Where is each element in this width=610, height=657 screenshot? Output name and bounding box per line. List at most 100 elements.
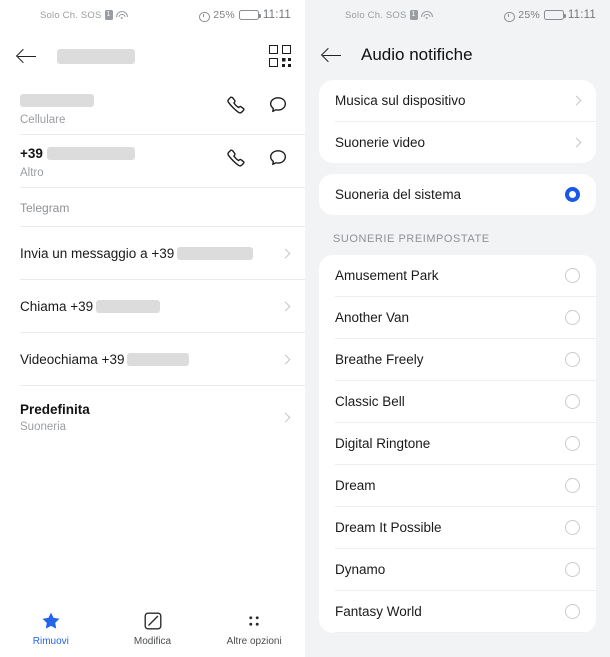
audio-notifications-screen: Solo Ch. SOS 25% 11:11 Audio notifiche M…	[305, 0, 610, 657]
phone-icon[interactable]	[225, 94, 247, 116]
more-options-button[interactable]: Altre opzioni	[203, 610, 305, 647]
telegram-video-call-label: Videochiama +39	[20, 351, 125, 367]
phone-row-text: +39 Altro	[20, 145, 225, 179]
list-item[interactable]: Digital Ringtone	[319, 423, 596, 464]
telegram-call-row[interactable]: Chiama +39	[0, 280, 305, 332]
ringtone-radio[interactable]	[565, 562, 580, 577]
number-redacted	[177, 246, 254, 260]
list-item[interactable]: Dream	[319, 465, 596, 506]
battery-icon	[238, 9, 261, 21]
telegram-send-message-row[interactable]: Invia un messaggio a +39	[0, 227, 305, 279]
ringtone-row[interactable]: Predefinita Suoneria	[0, 386, 305, 448]
contact-app-bar	[0, 30, 305, 82]
list-item[interactable]: Amusement Park	[319, 255, 596, 296]
list-item[interactable]: Another Van	[319, 297, 596, 338]
number-redacted	[127, 352, 190, 366]
chevron-right-icon	[571, 95, 582, 106]
contact-detail-screen: Solo Ch. SOS 25% 11:11 C	[0, 0, 305, 657]
qr-code-icon[interactable]	[269, 45, 291, 67]
ringtone-label: Fantasy World	[335, 604, 422, 619]
edit-button[interactable]: Modifica	[102, 610, 204, 647]
ringtone-radio[interactable]	[565, 478, 580, 493]
status-bar-left-group: Solo Ch. SOS	[40, 9, 128, 21]
ringtone-subtitle: Suoneria	[20, 420, 67, 433]
ringtone-radio[interactable]	[565, 436, 580, 451]
device-music-row[interactable]: Musica sul dispositivo	[319, 80, 596, 121]
status-bar-right-group: 25% 11:11	[198, 9, 291, 22]
message-bubble-icon[interactable]	[267, 94, 289, 116]
audio-app-bar: Audio notifiche	[305, 30, 610, 80]
status-bar-left: Solo Ch. SOS 25% 11:11	[0, 0, 305, 30]
system-ringtone-card: Suoneria del sistema	[319, 174, 596, 215]
telegram-call-label: Chiama +39	[20, 298, 94, 314]
phone-row-other[interactable]: +39 Altro	[0, 135, 305, 187]
message-bubble-icon[interactable]	[267, 147, 289, 169]
edit-pencil-icon	[144, 612, 161, 630]
phone-icon[interactable]	[225, 147, 247, 169]
video-ringtones-label: Suonerie video	[335, 135, 426, 150]
ringtone-label: Digital Ringtone	[335, 436, 431, 451]
list-item[interactable]: Dream It Possible	[319, 507, 596, 548]
phone-number-redacted	[20, 94, 94, 107]
number-redacted	[96, 299, 161, 313]
phone-number-line	[20, 92, 225, 109]
phone-row-actions	[225, 92, 289, 116]
chevron-right-icon	[280, 301, 291, 311]
list-item[interactable]: Dynamo	[319, 549, 596, 590]
ringtone-label: Dream	[335, 478, 376, 493]
phone-row-text: Cellulare	[20, 92, 225, 126]
battery-icon	[543, 9, 566, 21]
phone-type-label: Cellulare	[20, 114, 66, 126]
list-item[interactable]: Fantasy World	[319, 591, 596, 632]
clock-label: 11:11	[262, 9, 291, 21]
phone-row-mobile[interactable]: Cellulare	[0, 82, 305, 134]
ringtone-label: Amusement Park	[335, 268, 439, 283]
carrier-label: Solo Ch. SOS	[345, 9, 407, 21]
status-bar-right-group: 25% 11:11	[503, 9, 596, 22]
sim-card-icon	[104, 9, 113, 20]
status-bar-left-group: Solo Ch. SOS	[345, 9, 433, 21]
battery-percent-label: 25%	[518, 9, 540, 21]
list-item[interactable]: Breathe Freely	[319, 339, 596, 380]
list-item[interactable]: Classic Bell	[319, 381, 596, 422]
carrier-label: Solo Ch. SOS	[40, 9, 102, 21]
phone-number-line: +39	[20, 145, 225, 162]
telegram-video-call-row[interactable]: Videochiama +39	[0, 333, 305, 385]
system-ringtone-radio[interactable]	[565, 187, 580, 202]
alarm-clock-icon	[503, 10, 515, 22]
telegram-section-header: Telegram	[20, 201, 70, 215]
bottom-action-bar: Rimuovi Modifica Altre opzioni	[0, 600, 305, 657]
ringtone-radio[interactable]	[565, 604, 580, 619]
remove-button[interactable]: Rimuovi	[0, 610, 102, 647]
sound-source-card: Musica sul dispositivo Suonerie video	[319, 80, 596, 163]
ringtone-radio[interactable]	[565, 352, 580, 367]
battery-percent-label: 25%	[213, 9, 235, 21]
system-ringtone-label: Suoneria del sistema	[335, 187, 462, 202]
chevron-right-icon	[280, 248, 291, 258]
phone-row-actions	[225, 145, 289, 169]
divider	[335, 632, 596, 633]
preset-ringtones-card: Amusement Park Another Van Breathe Freel…	[319, 255, 596, 633]
ringtone-label: Breathe Freely	[335, 352, 424, 367]
alarm-clock-icon	[198, 10, 210, 22]
ringtone-label: Dynamo	[335, 562, 386, 577]
ringtone-radio[interactable]	[565, 268, 580, 283]
system-ringtone-row[interactable]: Suoneria del sistema	[319, 174, 596, 215]
more-options-icon	[249, 616, 259, 626]
ringtone-radio[interactable]	[565, 520, 580, 535]
ringtone-label: Another Van	[335, 310, 410, 325]
edit-button-label: Modifica	[133, 636, 172, 647]
status-bar-right: Solo Ch. SOS 25% 11:11	[305, 0, 610, 30]
ringtone-radio[interactable]	[565, 310, 580, 325]
page-title: Audio notifiche	[361, 45, 473, 64]
phone-prefix: +39	[20, 146, 43, 161]
video-ringtones-row[interactable]: Suonerie video	[319, 122, 596, 163]
ringtone-radio[interactable]	[565, 394, 580, 409]
wifi-icon	[420, 10, 433, 20]
back-arrow-icon[interactable]	[319, 42, 345, 68]
back-arrow-icon[interactable]	[14, 43, 40, 69]
telegram-send-message-label: Invia un messaggio a +39	[20, 245, 175, 261]
more-options-button-label: Altre opzioni	[226, 636, 282, 647]
preset-ringtones-header: SUONERIE PREIMPOSTATE	[333, 233, 490, 245]
sim-card-icon	[409, 9, 418, 20]
